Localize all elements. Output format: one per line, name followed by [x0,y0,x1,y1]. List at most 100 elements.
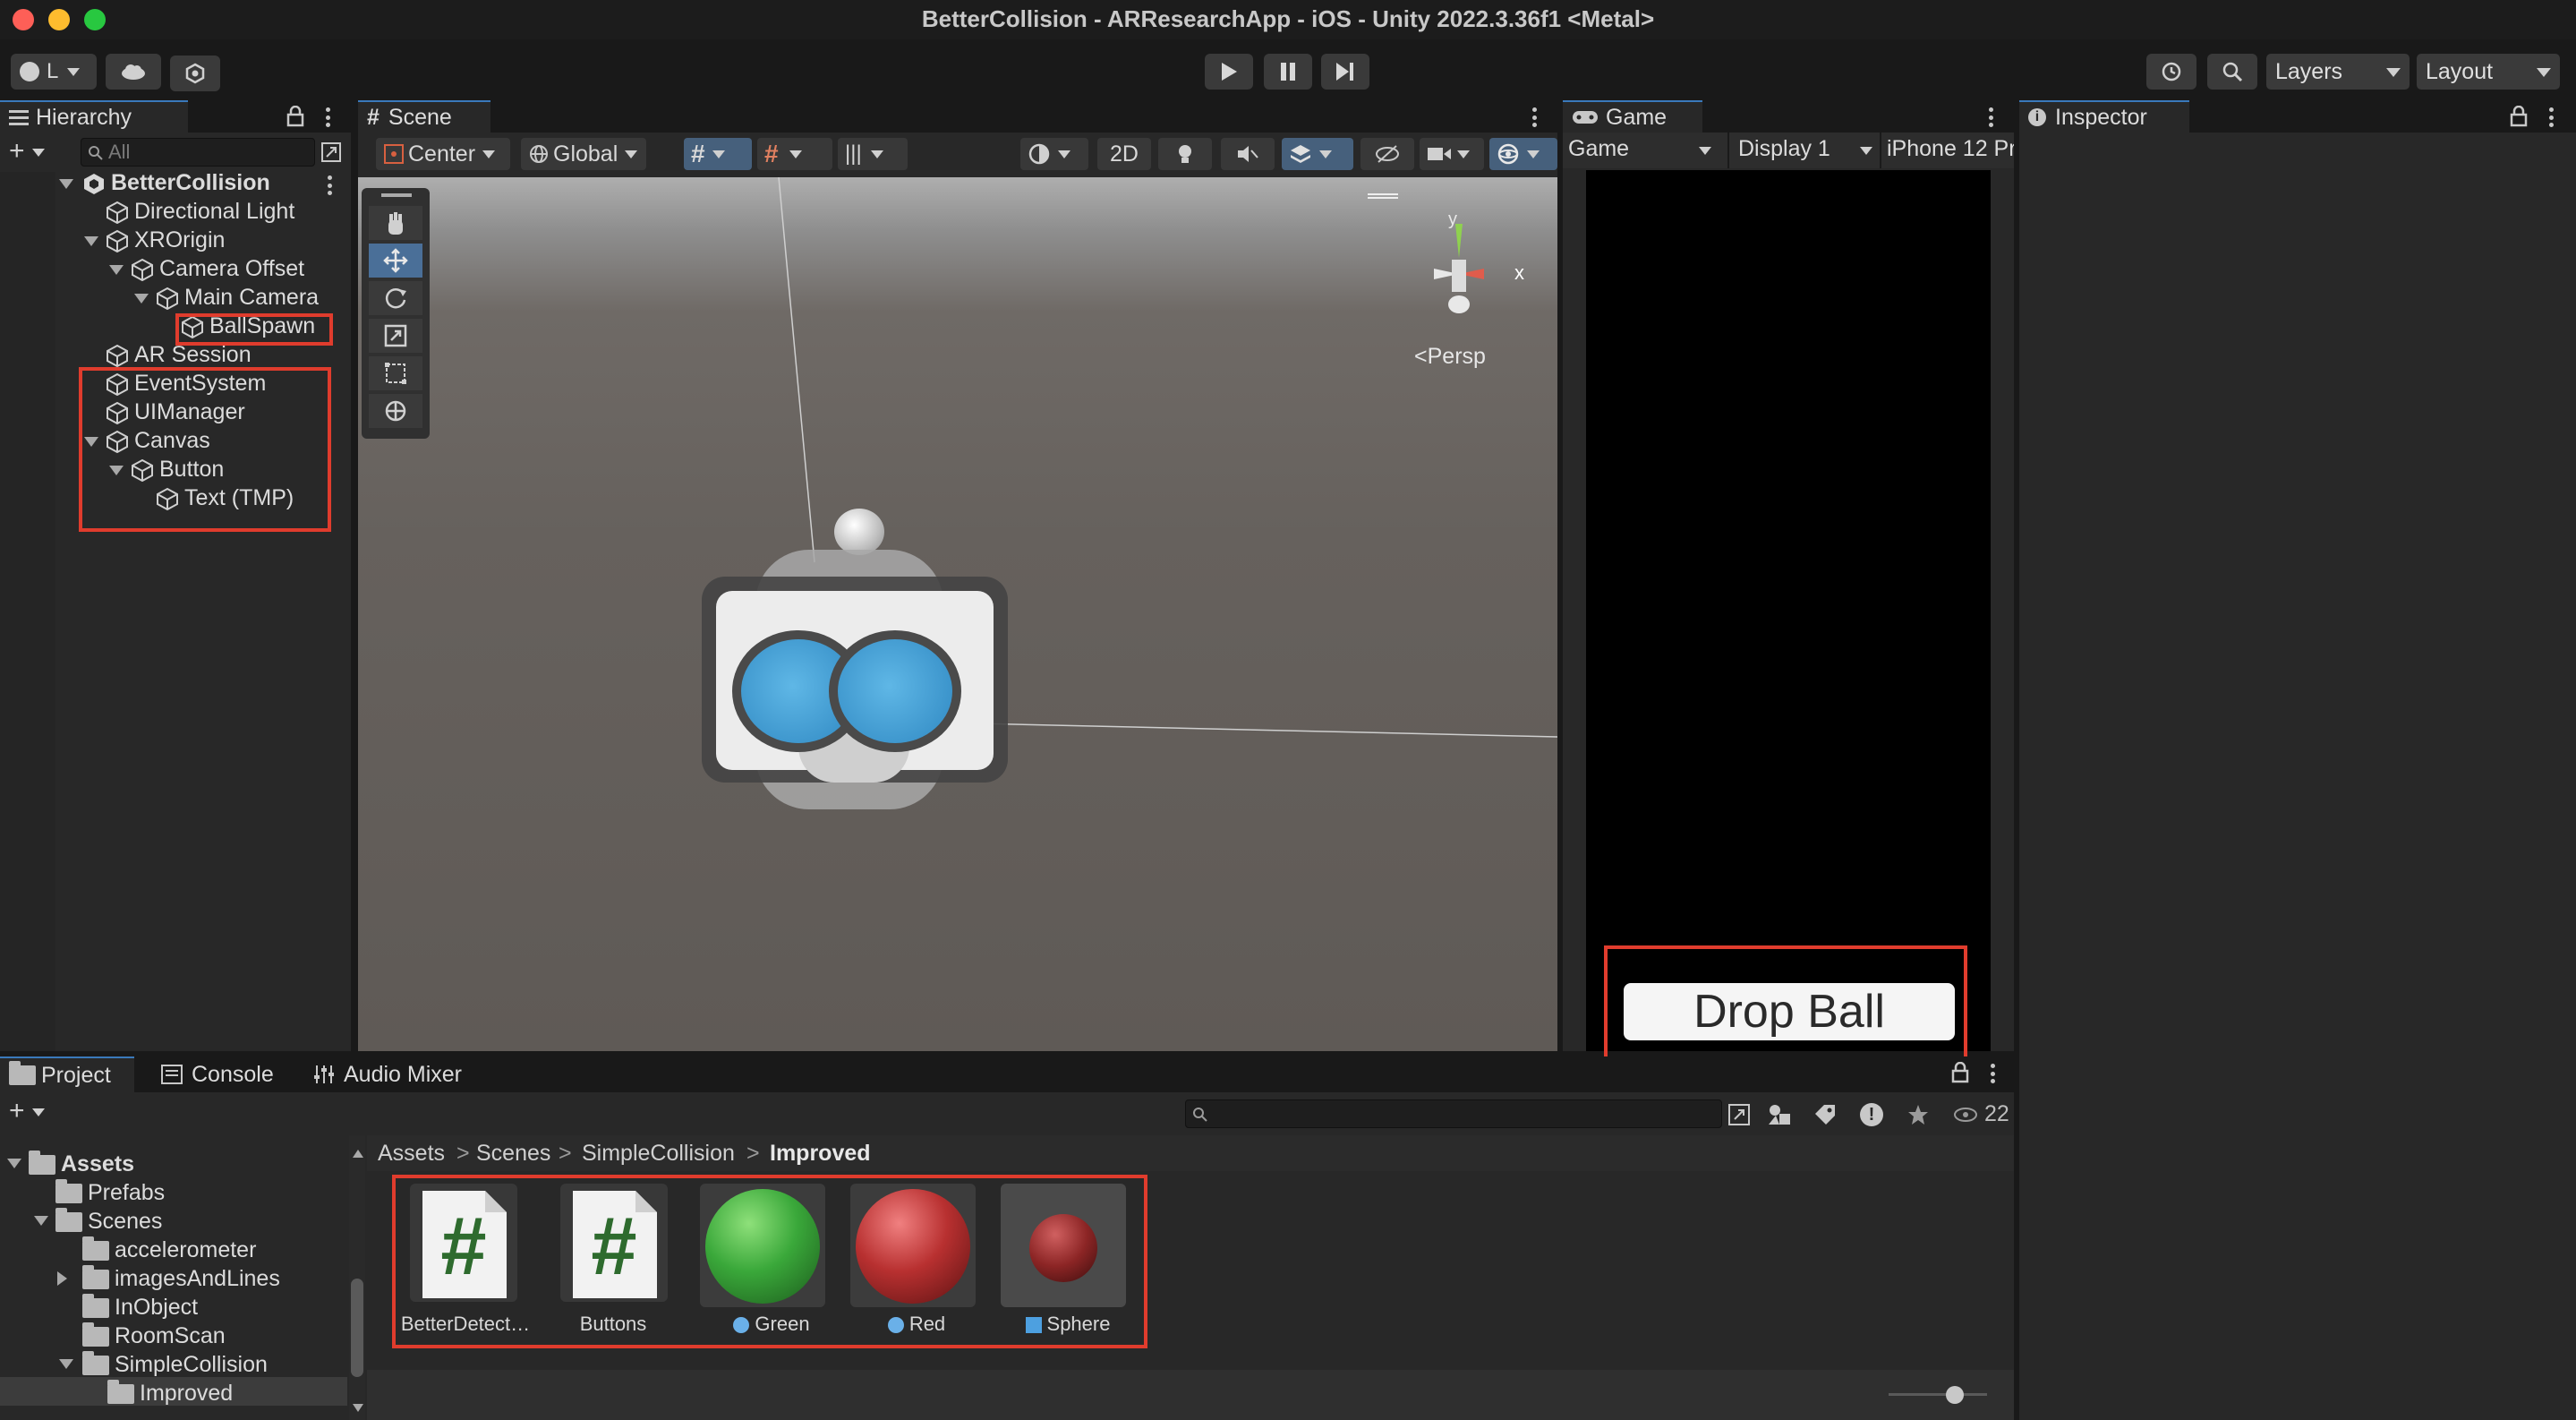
tab-project[interactable]: Project [0,1056,134,1092]
hierarchy-menu-icon[interactable] [326,107,331,127]
hierarchy-item-ballspawn[interactable]: BallSpawn [181,312,315,340]
hand-tool-button[interactable] [369,206,422,240]
asset-betterdetect[interactable]: # [410,1184,517,1302]
tab-scene[interactable]: # Scene [358,100,490,133]
space-dropdown[interactable]: Global [521,138,646,170]
asset-buttons[interactable]: # [560,1184,668,1302]
label-tag-icon[interactable] [1813,1103,1837,1126]
search-button[interactable] [2207,54,2257,90]
folder-scenes[interactable]: Scenes [55,1207,162,1236]
lock-icon[interactable] [1951,1062,1969,1083]
hierarchy-item-camera-offset[interactable]: Camera Offset [131,254,304,283]
expand-arrow-icon[interactable] [59,1359,73,1369]
hierarchy-item-main-camera[interactable]: Main Camera [156,283,319,312]
effects-toggle[interactable] [1282,138,1353,170]
game-view-dropdown[interactable]: Game [1568,136,1720,165]
orientation-gizmo[interactable] [1396,213,1522,329]
scene-viewport[interactable]: y x <Persp [358,177,1557,1051]
hierarchy-item-xrorigin[interactable]: XROrigin [106,226,225,254]
collapsed-arrow-icon[interactable] [57,1271,67,1286]
scale-tool-button[interactable] [369,319,422,353]
filter-by-type-icon[interactable] [1767,1103,1792,1126]
hierarchy-item-canvas[interactable]: Canvas [106,426,210,455]
expand-arrow-icon[interactable] [84,236,98,246]
folder-simplecollision[interactable]: SimpleCollision [82,1350,268,1379]
hierarchy-item-text-tmp[interactable]: Text (TMP) [156,483,294,512]
inspector-menu-icon[interactable] [2549,107,2555,127]
folder-accelerometer[interactable]: accelerometer [82,1236,256,1264]
hierarchy-item-button[interactable]: Button [131,455,224,483]
zoom-slider-thumb[interactable] [1946,1386,1964,1404]
transform-tool-button[interactable] [369,394,422,428]
tree-scrollbar[interactable] [349,1135,365,1420]
hierarchy-search-input[interactable]: All [81,138,315,167]
visible-count[interactable]: 22 [1953,1101,2009,1127]
lock-icon[interactable] [2510,106,2528,127]
hierarchy-item-eventsystem[interactable]: EventSystem [106,369,266,398]
hierarchy-item-directional-light[interactable]: Directional Light [106,197,294,226]
rotate-tool-button[interactable] [369,281,422,315]
gizmos-button[interactable] [1489,138,1557,170]
folder-improved[interactable]: Improved [107,1379,233,1407]
display-dropdown[interactable]: Display 1 [1738,136,1872,165]
tab-hierarchy[interactable]: Hierarchy [0,100,188,133]
device-dropdown[interactable]: iPhone 12 Pro [1881,136,2014,165]
cloud-button[interactable] [106,54,161,90]
account-dropdown[interactable]: L [11,54,97,90]
asset-sphere[interactable] [1001,1184,1126,1307]
increment-snap-button[interactable]: # [757,138,832,170]
visibility-toggle[interactable] [1361,138,1414,170]
step-button[interactable] [1321,54,1369,90]
project-menu-icon[interactable] [1991,1064,1996,1083]
drop-ball-button[interactable]: Drop Ball [1624,983,1955,1040]
folder-inobject[interactable]: InObject [82,1293,198,1322]
scene-link-icon[interactable] [320,141,342,163]
tab-game[interactable]: Game [1563,100,1702,133]
expand-arrow-icon[interactable] [109,466,124,475]
create-asset-button[interactable]: + [9,1098,45,1125]
layout-dropdown[interactable]: Layout [2417,54,2560,90]
expand-arrow-icon[interactable] [34,1216,48,1226]
shading-mode-button[interactable] [1020,138,1088,170]
layers-dropdown[interactable]: Layers [2266,54,2410,90]
add-icon[interactable]: + [9,138,45,165]
hierarchy-item-uimanager[interactable]: UIManager [106,398,245,426]
projection-toggle[interactable]: <Persp [1414,344,1486,370]
scene-menu-icon[interactable] [328,175,333,195]
undo-history-button[interactable] [2146,54,2196,90]
scene-menu-icon[interactable] [1532,107,1538,127]
2d-toggle[interactable]: 2D [1097,138,1151,170]
favorite-star-icon[interactable] [1906,1103,1930,1126]
folder-imagesandlines[interactable]: imagesAndLines [82,1264,280,1293]
project-search-input[interactable] [1185,1099,1722,1128]
grid-snap-button[interactable]: # [684,138,752,170]
align-button[interactable]: ||| [838,138,908,170]
audio-toggle[interactable] [1221,138,1275,170]
pivot-dropdown[interactable]: Center [376,138,510,170]
folder-prefabs[interactable]: Prefabs [55,1178,165,1207]
expand-arrow-icon[interactable] [84,437,98,447]
zoom-slider[interactable] [1889,1393,1987,1396]
asset-red[interactable] [850,1184,976,1307]
expand-arrow-icon[interactable] [134,294,149,304]
asset-green[interactable] [700,1184,825,1307]
ar-camera-gizmo-icon[interactable] [702,550,1008,818]
lock-icon[interactable] [286,106,304,127]
gizmo-drag-handle[interactable] [1368,193,1398,199]
tab-inspector[interactable]: i Inspector [2019,100,2189,133]
breadcrumb-simplecollision[interactable]: SimpleCollision [582,1141,735,1167]
breadcrumb-improved[interactable]: Improved [770,1141,871,1167]
camera-settings-button[interactable] [1420,138,1484,170]
lighting-toggle[interactable] [1158,138,1212,170]
move-tool-button[interactable] [369,244,422,278]
ball-object[interactable] [834,509,884,555]
warning-filter-icon[interactable]: ! [1860,1103,1883,1126]
folder-roomscan[interactable]: RoomScan [82,1322,226,1350]
game-menu-icon[interactable] [1989,107,1994,127]
play-button[interactable] [1205,54,1253,90]
hierarchy-item-bettercollision[interactable]: BetterCollision [82,168,270,197]
expand-arrow-icon[interactable] [59,179,73,189]
tab-audio-mixer[interactable]: Audio Mixer [304,1056,510,1092]
collab-button[interactable] [170,56,220,91]
pause-button[interactable] [1264,54,1312,90]
